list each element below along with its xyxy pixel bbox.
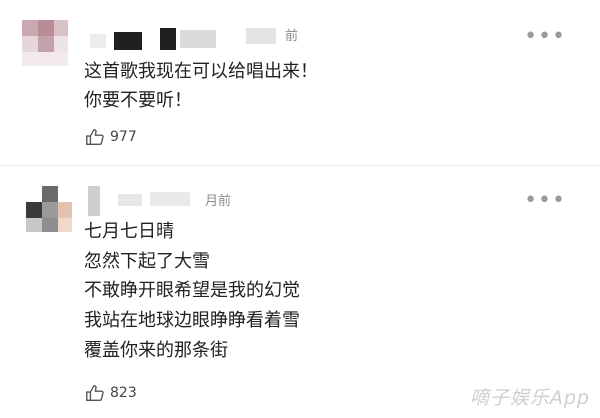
comment-text-line: 不敢睁开眼希望是我的幻觉 xyxy=(84,280,300,301)
username-redacted xyxy=(118,194,142,206)
like-button[interactable]: 823 xyxy=(84,382,137,404)
like-count: 823 xyxy=(110,385,137,401)
comment-time: 月前 xyxy=(205,194,232,209)
comment-text-line: 忽然下起了大雪 xyxy=(84,251,210,272)
like-count: 977 xyxy=(110,129,137,145)
username-redacted xyxy=(246,28,276,44)
comment-time: 前 xyxy=(285,29,299,44)
thumbs-up-icon xyxy=(84,126,106,148)
comment-item: 前 ••• 这首歌我现在可以给唱出来！ 你要不要听！ 977 xyxy=(0,0,600,165)
like-button[interactable]: 977 xyxy=(84,126,137,148)
comment-text-line: 七月七日晴 xyxy=(84,221,174,242)
comment-text-line: 我站在地球边眼睁睁看着雪 xyxy=(84,310,300,331)
username-redacted xyxy=(90,34,106,48)
avatar[interactable] xyxy=(26,186,72,232)
username-redacted xyxy=(180,30,216,48)
thumbs-up-icon xyxy=(84,382,106,404)
watermark: 嘀子娱乐App xyxy=(469,387,590,409)
comment-text-line: 你要不要听！ xyxy=(84,90,192,111)
comment-text-line: 覆盖你来的那条街 xyxy=(84,340,228,361)
comment-text-line: 这首歌我现在可以给唱出来！ xyxy=(84,61,318,82)
username-redacted xyxy=(160,28,176,50)
username-redacted xyxy=(114,32,142,50)
more-dots-icon[interactable]: ••• xyxy=(524,190,566,212)
comment-item: 月前 ••• 七月七日晴 忽然下起了大雪 不敢睁开眼希望是我的幻觉 我站在地球边… xyxy=(0,166,600,418)
avatar[interactable] xyxy=(22,20,68,66)
more-dots-icon[interactable]: ••• xyxy=(524,26,566,48)
username-redacted xyxy=(88,186,100,216)
username-redacted xyxy=(150,192,190,206)
